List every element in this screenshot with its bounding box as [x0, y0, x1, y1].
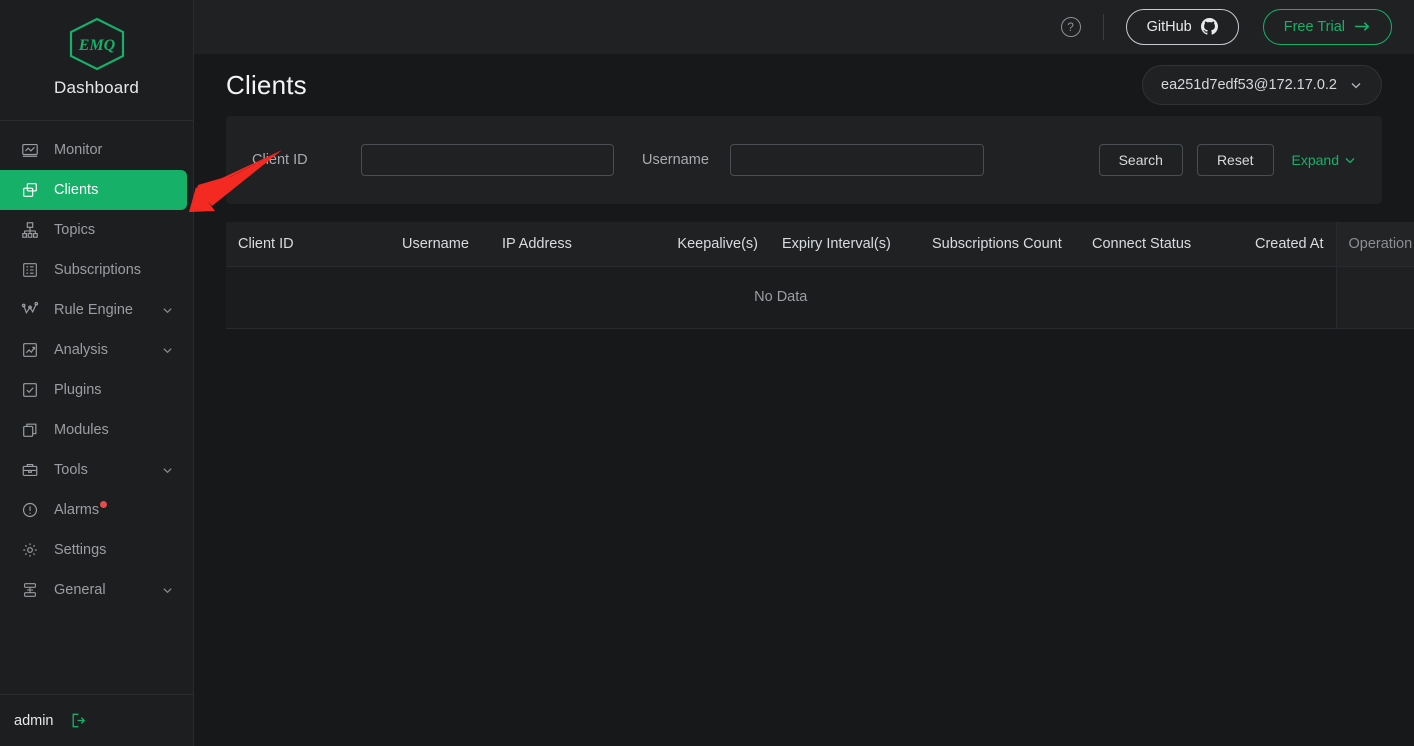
emq-hexagon-icon: EMQ: [65, 16, 129, 72]
expand-toggle[interactable]: Expand: [1292, 152, 1356, 168]
sidebar-footer: admin: [0, 694, 193, 746]
arrow-right-icon: [1354, 20, 1371, 33]
sidebar-item-label: Alarms: [54, 502, 99, 518]
alarms-icon: [20, 500, 40, 520]
chevron-down-icon: [1349, 78, 1363, 92]
sidebar: EMQ Dashboard Monitor: [0, 0, 194, 746]
sidebar-item-tools[interactable]: Tools: [0, 450, 187, 490]
github-icon: [1201, 18, 1218, 35]
sidebar-item-label: Clients: [54, 182, 98, 198]
settings-icon: [20, 540, 40, 560]
sidebar-item-label: General: [54, 582, 106, 598]
expand-label: Expand: [1292, 152, 1339, 168]
username-input[interactable]: [730, 144, 984, 176]
sidebar-item-plugins[interactable]: Plugins: [0, 370, 187, 410]
logout-icon[interactable]: [68, 711, 87, 730]
column-header-keepalive[interactable]: Keepalive(s): [630, 222, 770, 266]
chevron-down-icon: [161, 464, 173, 476]
sidebar-item-label: Plugins: [54, 382, 102, 398]
general-icon: [20, 580, 40, 600]
modules-icon: [20, 420, 40, 440]
sidebar-item-general[interactable]: General: [0, 570, 187, 610]
tools-icon: [20, 460, 40, 480]
sidebar-item-monitor[interactable]: Monitor: [0, 130, 187, 170]
topics-icon: [20, 220, 40, 240]
node-selector-value: ea251d7edf53@172.17.0.2: [1161, 77, 1337, 93]
emq-logo: EMQ: [0, 16, 193, 72]
filter-actions: Search Reset Expand: [1099, 144, 1356, 176]
node-selector[interactable]: ea251d7edf53@172.17.0.2: [1142, 65, 1382, 105]
sidebar-item-clients[interactable]: Clients: [0, 170, 187, 210]
sidebar-item-label: Modules: [54, 422, 109, 438]
sidebar-item-rule-engine[interactable]: Rule Engine: [0, 290, 187, 330]
column-header-operation: Operation: [1336, 222, 1414, 266]
topbar: ? GitHub Free Trial: [194, 0, 1414, 54]
sidebar-item-analysis[interactable]: Analysis: [0, 330, 187, 370]
sidebar-item-label: Settings: [54, 542, 106, 558]
topbar-divider: [1103, 14, 1104, 40]
chevron-down-icon: [161, 344, 173, 356]
column-header-client-id[interactable]: Client ID: [226, 222, 390, 266]
column-header-ip-address[interactable]: IP Address: [490, 222, 630, 266]
clients-table-element: Client ID Username IP Address Keepalive(…: [226, 222, 1414, 329]
clients-icon: [20, 180, 40, 200]
clients-table: Client ID Username IP Address Keepalive(…: [226, 222, 1382, 329]
sidebar-item-modules[interactable]: Modules: [0, 410, 187, 450]
filter-client-id-label: Client ID: [252, 152, 308, 168]
sidebar-item-subscriptions[interactable]: Subscriptions: [0, 250, 187, 290]
svg-text:EMQ: EMQ: [77, 37, 115, 54]
github-button-label: GitHub: [1147, 19, 1192, 35]
page-title: Clients: [226, 70, 307, 101]
client-id-input[interactable]: [361, 144, 614, 176]
help-circle-icon[interactable]: ?: [1061, 17, 1081, 37]
table-head: Client ID Username IP Address Keepalive(…: [226, 222, 1414, 266]
column-header-subscriptions-count[interactable]: Subscriptions Count: [920, 222, 1080, 266]
no-data-message: No Data: [226, 266, 1336, 328]
app-root: EMQ Dashboard Monitor: [0, 0, 1414, 746]
github-button[interactable]: GitHub: [1126, 9, 1239, 45]
column-header-connect-status[interactable]: Connect Status: [1080, 222, 1216, 266]
plugins-icon: [20, 380, 40, 400]
chevron-down-icon: [161, 584, 173, 596]
brand-name: Dashboard: [0, 78, 193, 98]
analysis-icon: [20, 340, 40, 360]
admin-username: admin: [14, 713, 54, 729]
chevron-down-icon: [1344, 154, 1356, 166]
filter-client-id: Client ID: [238, 144, 614, 176]
sidebar-item-label: Tools: [54, 462, 88, 478]
page-content: Client ID Username Search Reset Expand: [194, 116, 1414, 329]
sidebar-item-label: Monitor: [54, 142, 102, 158]
sidebar-item-topics[interactable]: Topics: [0, 210, 187, 250]
reset-button[interactable]: Reset: [1197, 144, 1274, 176]
sidebar-item-label: Subscriptions: [54, 262, 141, 278]
filter-username: Username: [614, 144, 984, 176]
column-header-created-at[interactable]: Created At: [1216, 222, 1336, 266]
alarms-badge-dot: [100, 501, 107, 508]
free-trial-label: Free Trial: [1284, 19, 1345, 35]
column-header-username[interactable]: Username: [390, 222, 490, 266]
sidebar-nav: Monitor Clients: [0, 121, 193, 694]
table-body: No Data: [226, 266, 1414, 328]
monitor-icon: [20, 140, 40, 160]
table-empty-row: No Data: [226, 266, 1414, 328]
main-area: ? GitHub Free Trial Client: [194, 0, 1414, 746]
column-header-expiry-interval[interactable]: Expiry Interval(s): [770, 222, 920, 266]
page-header: Clients ea251d7edf53@172.17.0.2: [194, 54, 1414, 116]
sidebar-item-settings[interactable]: Settings: [0, 530, 187, 570]
operation-empty-cell: [1336, 266, 1414, 328]
search-button[interactable]: Search: [1099, 144, 1183, 176]
sidebar-item-label: Rule Engine: [54, 302, 133, 318]
filter-panel: Client ID Username Search Reset Expand: [226, 116, 1382, 204]
sidebar-item-label: Analysis: [54, 342, 108, 358]
subscriptions-icon: [20, 260, 40, 280]
free-trial-button[interactable]: Free Trial: [1263, 9, 1392, 45]
rule-engine-icon: [20, 300, 40, 320]
table-header-row: Client ID Username IP Address Keepalive(…: [226, 222, 1414, 266]
sidebar-item-label: Topics: [54, 222, 95, 238]
brand[interactable]: EMQ Dashboard: [0, 0, 193, 120]
chevron-down-icon: [161, 304, 173, 316]
filter-username-label: Username: [642, 152, 709, 168]
sidebar-item-alarms[interactable]: Alarms: [0, 490, 187, 530]
